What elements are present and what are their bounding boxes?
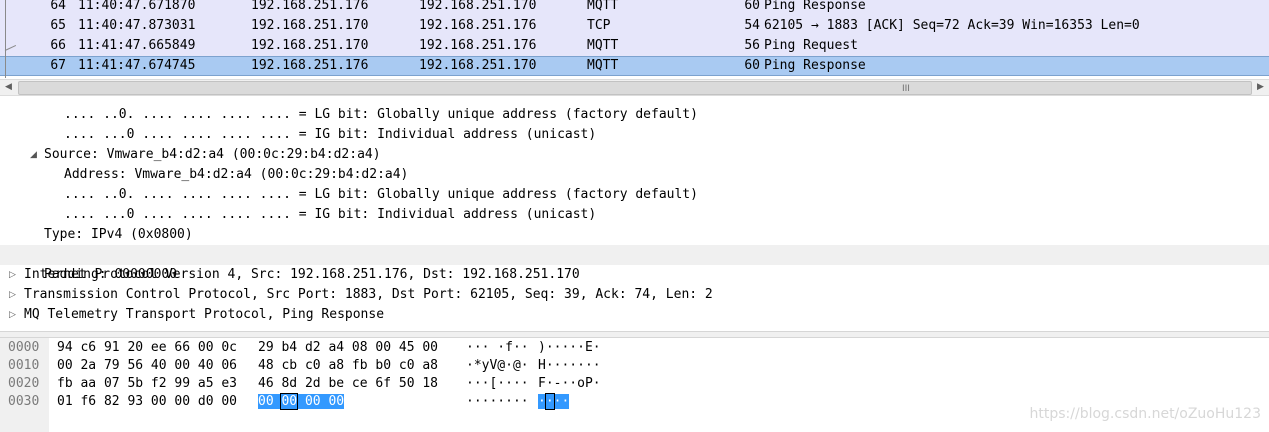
hex-bytes[interactable]: 94 c6 91 20 ee 66 00 0c bbox=[57, 339, 237, 357]
scrollbar-grip-icon: III bbox=[902, 84, 910, 94]
packet-destination: 192.168.251.170 bbox=[419, 0, 537, 13]
packet-length: 54 bbox=[744, 18, 760, 33]
packet-no: 66 bbox=[50, 38, 66, 53]
detail-line-mqtt[interactable]: MQ Telemetry Transport Protocol, Ping Re… bbox=[24, 305, 384, 325]
packet-source: 192.168.251.170 bbox=[251, 18, 369, 33]
ascii-selected: ·· bbox=[553, 394, 570, 409]
detail-line[interactable]: Address: Vmware_b4:d2:a4 (00:0c:29:b4:d2… bbox=[64, 165, 408, 185]
detail-line[interactable]: .... ...0 .... .... .... .... = IG bit: … bbox=[64, 205, 596, 225]
packet-time: 11:41:47.674745 bbox=[78, 58, 196, 73]
scrollbar-thumb[interactable]: III bbox=[18, 81, 1252, 95]
packet-protocol: MQTT bbox=[587, 0, 619, 13]
packet-no: 67 bbox=[50, 58, 66, 73]
hex-ascii[interactable]: ········ bbox=[466, 393, 529, 411]
packet-destination: 192.168.251.176 bbox=[419, 38, 537, 53]
packet-details-tree: .... ..0. .... .... .... .... = LG bit: … bbox=[0, 104, 1269, 326]
packet-source: 192.168.251.170 bbox=[251, 38, 369, 53]
detail-line-tcp[interactable]: Transmission Control Protocol, Src Port:… bbox=[24, 285, 713, 305]
hex-ascii[interactable]: ···[···· bbox=[466, 375, 529, 393]
hex-bytes-selected[interactable]: 00 00 00 00 bbox=[258, 393, 345, 411]
packet-info: Ping Response bbox=[764, 0, 866, 13]
hex-offset: 0030 bbox=[8, 394, 40, 409]
packet-no: 65 bbox=[50, 18, 66, 33]
packet-row[interactable]: 65 11:40:47.873031 192.168.251.170 192.1… bbox=[0, 16, 1269, 36]
hex-bytes[interactable]: 48 cb c0 a8 fb b0 c0 a8 bbox=[258, 357, 438, 375]
detail-line[interactable]: .... ...0 .... .... .... .... = IG bit: … bbox=[64, 125, 596, 145]
packet-no: 64 bbox=[50, 0, 66, 13]
packet-row-selected[interactable]: 67 11:41:47.674745 192.168.251.176 192.1… bbox=[0, 56, 1269, 76]
packet-info: Ping Request bbox=[764, 38, 858, 53]
packet-row[interactable]: 64 11:40:47.671870 192.168.251.176 192.1… bbox=[0, 0, 1269, 16]
hex-ascii[interactable]: H······· bbox=[538, 357, 601, 375]
detail-line-source[interactable]: Source: Vmware_b4:d2:a4 (00:0c:29:b4:d2:… bbox=[44, 145, 381, 165]
ascii-selected: · bbox=[538, 394, 546, 409]
packet-length: 60 bbox=[744, 58, 760, 73]
packet-row[interactable]: 66 11:41:47.665849 192.168.251.170 192.1… bbox=[0, 36, 1269, 56]
ascii-cursor: · bbox=[544, 393, 555, 410]
packet-time: 11:40:47.873031 bbox=[78, 18, 196, 33]
hex-cursor-byte: 00 bbox=[280, 393, 299, 410]
hex-ascii-selected[interactable]: ···· bbox=[538, 393, 570, 411]
packet-list: 64 11:40:47.671870 192.168.251.176 192.1… bbox=[0, 0, 1269, 78]
hex-bytes[interactable]: 01 f6 82 93 00 00 d0 00 bbox=[57, 393, 237, 411]
hex-ascii[interactable]: ··· ·f·· bbox=[466, 339, 529, 357]
hex-ascii[interactable]: F·-··oP· bbox=[538, 375, 601, 393]
packet-time: 11:40:47.671870 bbox=[78, 0, 196, 13]
hex-offset: 0020 bbox=[8, 376, 40, 391]
watermark-text: https://blog.csdn.net/oZuoHu123 bbox=[1029, 406, 1261, 422]
collapsed-triangle-icon[interactable]: ▷ bbox=[9, 265, 16, 285]
hex-offset: 0010 bbox=[8, 358, 40, 373]
scroll-right-arrow-icon[interactable]: ▶ bbox=[1252, 80, 1269, 95]
pane-splitter[interactable] bbox=[0, 331, 1269, 338]
hex-bytes[interactable]: 29 b4 d2 a4 08 00 45 00 bbox=[258, 339, 438, 357]
packet-protocol: MQTT bbox=[587, 38, 619, 53]
hex-ascii[interactable]: ·*yV@·@· bbox=[466, 357, 529, 375]
hex-selected-bytes: 00 bbox=[258, 394, 282, 409]
packet-length: 60 bbox=[744, 0, 760, 13]
packet-protocol: TCP bbox=[587, 18, 611, 33]
packet-protocol: MQTT bbox=[587, 58, 619, 73]
detail-line[interactable]: .... ..0. .... .... .... .... = LG bit: … bbox=[64, 105, 698, 125]
detail-line-ipv4[interactable]: Internet Protocol Version 4, Src: 192.16… bbox=[24, 265, 580, 285]
detail-line-type[interactable]: Type: IPv4 (0x0800) bbox=[44, 225, 193, 245]
hex-bytes[interactable]: fb aa 07 5b f2 99 a5 e3 bbox=[57, 375, 237, 393]
expanded-triangle-icon[interactable]: ◢ bbox=[30, 145, 37, 165]
hex-ascii[interactable]: )·····E· bbox=[538, 339, 601, 357]
packet-destination: 192.168.251.176 bbox=[419, 18, 537, 33]
related-packet-line bbox=[5, 0, 6, 78]
packet-time: 11:41:47.665849 bbox=[78, 38, 196, 53]
scroll-left-arrow-icon[interactable]: ◀ bbox=[0, 80, 17, 95]
detail-line-padding-row[interactable]: Padding: 00000000 bbox=[0, 245, 1269, 282]
hex-selected-bytes: 00 00 bbox=[297, 394, 345, 409]
hex-bytes[interactable]: 00 2a 79 56 40 00 40 06 bbox=[57, 357, 237, 375]
collapsed-triangle-icon[interactable]: ▷ bbox=[9, 305, 16, 325]
packet-destination: 192.168.251.170 bbox=[419, 58, 537, 73]
packet-source: 192.168.251.176 bbox=[251, 0, 369, 13]
detail-line[interactable]: .... ..0. .... .... .... .... = LG bit: … bbox=[64, 185, 698, 205]
packet-source: 192.168.251.176 bbox=[251, 58, 369, 73]
hex-bytes[interactable]: 46 8d 2d be ce 6f 50 18 bbox=[258, 375, 438, 393]
hex-offset: 0000 bbox=[8, 340, 40, 355]
horizontal-scrollbar[interactable]: ◀ III ▶ bbox=[0, 79, 1269, 96]
collapsed-triangle-icon[interactable]: ▷ bbox=[9, 285, 16, 305]
packet-length: 56 bbox=[744, 38, 760, 53]
packet-info: 62105 → 1883 [ACK] Seq=72 Ack=39 Win=163… bbox=[764, 18, 1140, 33]
packet-info: Ping Response bbox=[764, 58, 866, 73]
